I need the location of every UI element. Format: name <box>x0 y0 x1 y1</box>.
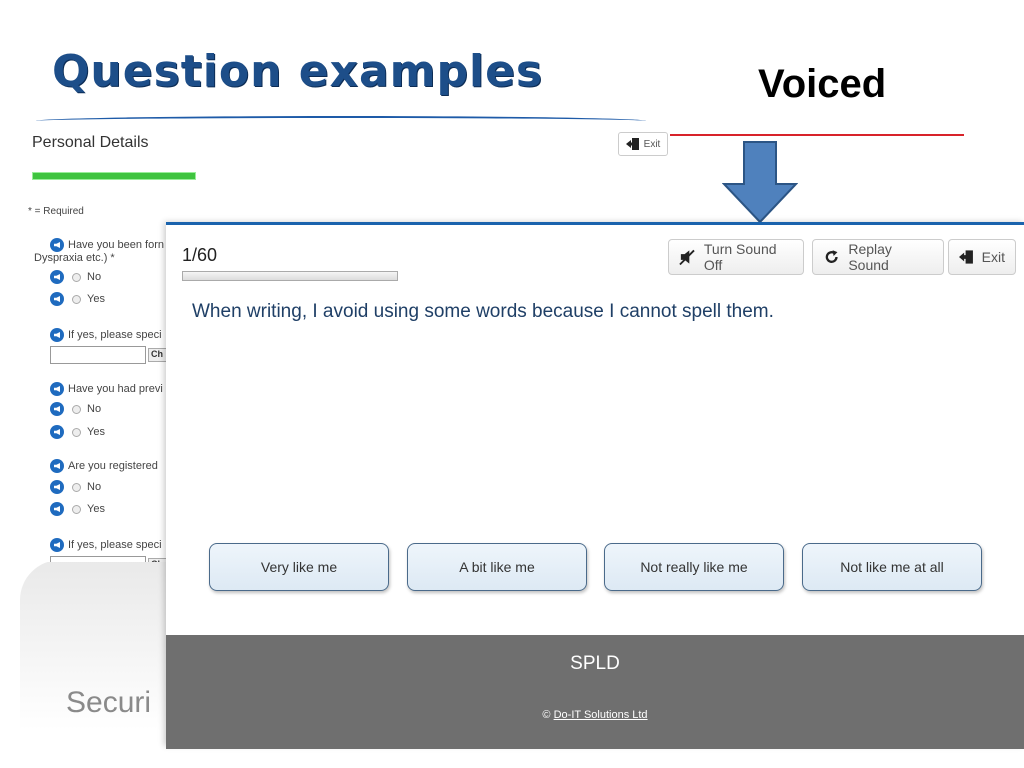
faded-background-text: Securi <box>66 686 152 719</box>
form-title: Personal Details <box>32 134 149 151</box>
mute-speaker-icon <box>679 249 695 266</box>
radio-button[interactable] <box>72 272 81 282</box>
speaker-icon[interactable] <box>50 459 64 473</box>
down-arrow-icon <box>722 141 798 224</box>
form-question-5: If yes, please speci <box>50 538 162 552</box>
quiz-window: 1/60 Turn Sound Off Replay Sound Exit Wh… <box>166 222 1024 749</box>
speaker-icon[interactable] <box>50 502 64 516</box>
copyright-symbol: © <box>542 709 551 721</box>
footer: SPLD © Do-IT Solutions Ltd <box>166 635 1024 749</box>
exit-label: Exit <box>981 249 1005 265</box>
red-divider-line <box>668 134 964 136</box>
form-q3-option-no[interactable]: No <box>50 402 101 416</box>
footer-copyright: © Do-IT Solutions Ltd <box>166 709 1024 721</box>
form-q1-option-no[interactable]: No <box>50 270 101 284</box>
form-question-2: If yes, please speci <box>50 328 162 342</box>
required-note: * = Required <box>28 206 84 217</box>
speaker-icon[interactable] <box>50 538 64 552</box>
question-counter: 1/60 <box>182 245 218 265</box>
answer-not-really-like-me[interactable]: Not really like me <box>604 543 784 591</box>
form-q2-input[interactable] <box>50 346 146 364</box>
question-progress-bar <box>182 271 398 281</box>
speaker-icon[interactable] <box>50 270 64 284</box>
form-q5-input[interactable] <box>50 556 146 562</box>
slide-subtitle: Voiced <box>758 62 887 106</box>
footer-brand: SPLD <box>570 653 620 674</box>
answer-not-like-me-at-all[interactable]: Not like me at all <box>802 543 982 591</box>
exit-icon <box>959 250 973 264</box>
turn-sound-off-button[interactable]: Turn Sound Off <box>668 239 804 275</box>
speaker-icon[interactable] <box>50 382 64 396</box>
exit-icon <box>625 138 639 150</box>
form-exit-button[interactable]: Exit <box>618 132 668 156</box>
form-q3-option-yes[interactable]: Yes <box>50 425 105 439</box>
question-text: When writing, I avoid using some words b… <box>192 301 774 322</box>
radio-button[interactable] <box>72 504 81 514</box>
radio-button[interactable] <box>72 404 81 414</box>
replay-sound-label: Replay Sound <box>848 241 892 273</box>
slide-title: Question examples <box>52 46 544 97</box>
exit-button[interactable]: Exit <box>948 239 1016 275</box>
replay-icon <box>825 250 838 263</box>
radio-button[interactable] <box>72 482 81 492</box>
form-q4-option-no[interactable]: No <box>50 480 101 494</box>
radio-button[interactable] <box>72 294 81 304</box>
speaker-icon[interactable] <box>50 238 64 252</box>
speaker-icon[interactable] <box>50 328 64 342</box>
form-exit-label: Exit <box>643 138 661 150</box>
answer-very-like-me[interactable]: Very like me <box>209 543 389 591</box>
form-question-4: Are you registered <box>50 459 158 473</box>
form-question-1-cont: Dyspraxia etc.) * <box>34 252 115 264</box>
form-q1-option-yes[interactable]: Yes <box>50 292 105 306</box>
turn-sound-off-label: Turn Sound Off <box>703 241 777 273</box>
speaker-icon[interactable] <box>50 480 64 494</box>
radio-button[interactable] <box>72 427 81 437</box>
company-link[interactable]: Do-IT Solutions Ltd <box>554 709 648 721</box>
speaker-icon[interactable] <box>50 402 64 416</box>
form-q4-option-yes[interactable]: Yes <box>50 502 105 516</box>
form-question-3: Have you had previ <box>50 382 163 396</box>
form-progress-bar <box>32 172 196 180</box>
form-question-1: Have you been forn <box>50 238 164 252</box>
answer-a-bit-like-me[interactable]: A bit like me <box>407 543 587 591</box>
replay-sound-button[interactable]: Replay Sound <box>812 239 944 275</box>
speaker-icon[interactable] <box>50 425 64 439</box>
speaker-icon[interactable] <box>50 292 64 306</box>
